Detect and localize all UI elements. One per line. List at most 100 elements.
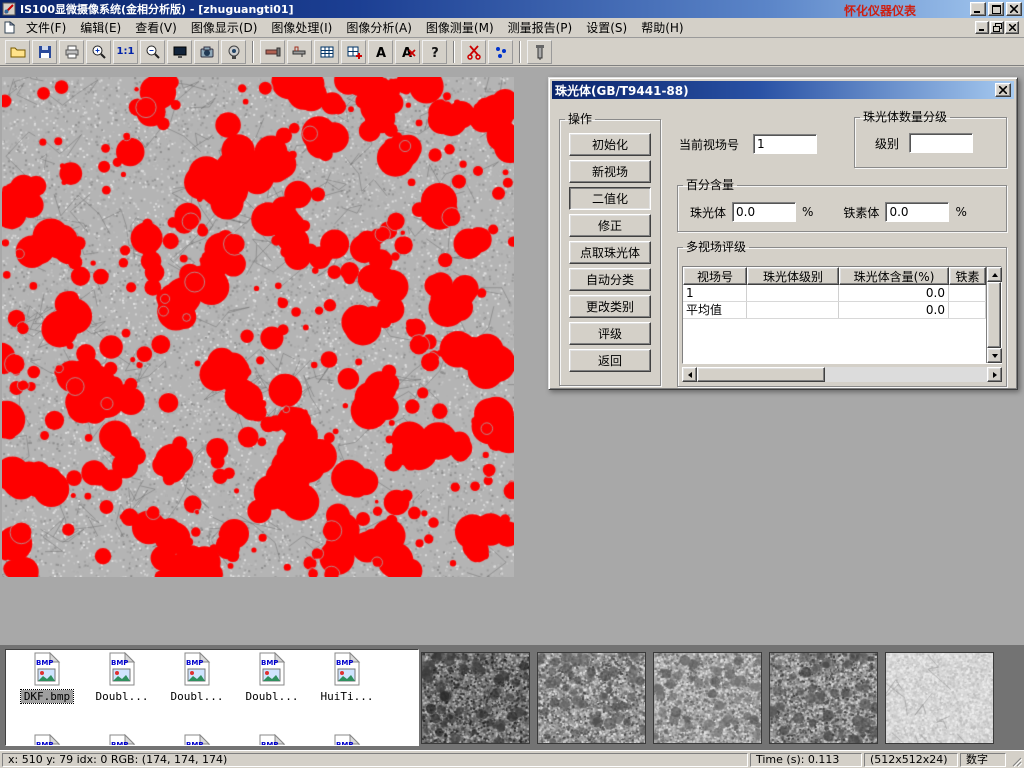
auto-classify-button[interactable]: 自动分类	[569, 268, 651, 291]
new-field-button[interactable]: 新视场	[569, 160, 651, 183]
file-item[interactable]: BMP Doubl...	[160, 652, 234, 703]
svg-text:BMP: BMP	[36, 741, 53, 746]
document-icon	[4, 21, 15, 34]
bmp-file-icon: BMP	[180, 652, 214, 686]
binarize-button[interactable]: 二值化	[569, 187, 651, 210]
table-row[interactable]: 1 0.0	[683, 285, 986, 302]
status-image-size: (512x512x24)	[864, 753, 958, 767]
letter-a-delete-icon: A	[400, 44, 416, 60]
file-item[interactable]: BMP HuiTi...	[310, 652, 384, 703]
mdi-restore-button[interactable]	[990, 21, 1004, 34]
file-name: Doubl...	[243, 690, 302, 703]
menu-settings[interactable]: 设置(S)	[579, 17, 634, 38]
points-button[interactable]	[488, 40, 513, 64]
ferrite-value-input[interactable]	[885, 202, 949, 222]
menu-measure-report[interactable]: 测量报告(P)	[501, 17, 580, 38]
close-button[interactable]	[1006, 2, 1022, 16]
operation-group: 操作 初始化 新视场 二值化 修正 点取珠光体 自动分类 更改类别 评级 返回	[559, 114, 661, 386]
font-delete-button[interactable]: A	[395, 40, 420, 64]
horizontal-scroll-track[interactable]	[825, 367, 987, 382]
display-button[interactable]	[167, 40, 192, 64]
current-field-row: 当前视场号	[679, 134, 817, 154]
file-name: HuiTi...	[318, 690, 377, 703]
monitor-icon	[172, 44, 188, 60]
grid-add-button[interactable]	[341, 40, 366, 64]
file-item[interactable]: BMP	[85, 734, 159, 746]
vertical-scroll-thumb[interactable]	[987, 282, 1001, 348]
actual-size-button[interactable]: 1:1	[113, 40, 138, 64]
measure-v-button[interactable]	[527, 40, 552, 64]
cut-button[interactable]	[461, 40, 486, 64]
file-item[interactable]: BMP Doubl...	[85, 652, 159, 703]
mdi-minimize-button[interactable]	[975, 21, 989, 34]
measure-tool-button[interactable]	[287, 40, 312, 64]
print-button[interactable]	[59, 40, 84, 64]
menu-image-display[interactable]: 图像显示(D)	[184, 17, 265, 38]
zoom-out-button[interactable]	[140, 40, 165, 64]
file-item[interactable]: BMP Doubl...	[235, 652, 309, 703]
mdi-close-button[interactable]	[1005, 21, 1019, 34]
zoom-in-button[interactable]	[86, 40, 111, 64]
camera-button[interactable]	[194, 40, 219, 64]
open-button[interactable]	[5, 40, 30, 64]
metallograph-image[interactable]	[2, 77, 514, 577]
film-thumbnail[interactable]	[885, 652, 994, 744]
scroll-right-button[interactable]	[987, 367, 1002, 382]
menu-view[interactable]: 查看(V)	[128, 17, 184, 38]
film-thumbnail[interactable]	[421, 652, 530, 744]
scroll-up-button[interactable]	[987, 267, 1002, 282]
grade-input[interactable]	[909, 133, 973, 153]
grid-icon	[319, 44, 335, 60]
film-thumbnail[interactable]	[537, 652, 646, 744]
col-header-grade[interactable]: 珠光体级别	[747, 267, 839, 285]
maximize-button[interactable]	[988, 2, 1004, 16]
restore-icon	[993, 23, 1002, 32]
operation-group-label: 操作	[565, 114, 595, 125]
menu-file[interactable]: 文件(F)	[19, 17, 73, 38]
cell-extra	[949, 285, 986, 301]
capture-button[interactable]	[221, 40, 246, 64]
pearlite-value-input[interactable]	[732, 202, 796, 222]
file-item[interactable]: BMP	[160, 734, 234, 746]
vertical-scrollbar[interactable]	[986, 267, 1001, 363]
grid-add-icon	[346, 44, 362, 60]
dialog-title-bar[interactable]: 珠光体(GB/T9441-88)	[552, 81, 1014, 99]
col-header-field[interactable]: 视场号	[683, 267, 747, 285]
dialog-close-button[interactable]	[995, 83, 1011, 97]
current-field-input[interactable]	[753, 134, 817, 154]
minimize-button[interactable]	[970, 2, 986, 16]
change-class-button[interactable]: 更改类别	[569, 295, 651, 318]
menu-image-measure[interactable]: 图像测量(M)	[419, 17, 501, 38]
one-to-one-icon: 1:1	[117, 46, 135, 57]
horizontal-scrollbar[interactable]	[682, 367, 1002, 382]
scroll-left-button[interactable]	[682, 367, 697, 382]
menu-image-process[interactable]: 图像处理(I)	[264, 17, 339, 38]
resize-grip[interactable]	[1008, 753, 1022, 767]
file-item[interactable]: BMP	[310, 734, 384, 746]
save-button[interactable]	[32, 40, 57, 64]
grid-button[interactable]	[314, 40, 339, 64]
correct-button[interactable]: 修正	[569, 214, 651, 237]
return-button[interactable]: 返回	[569, 349, 651, 372]
measure-h-button[interactable]	[260, 40, 285, 64]
file-item[interactable]: BMP DKF.bmp	[10, 652, 84, 703]
col-header-ferrite[interactable]: 铁素	[949, 267, 986, 285]
table-row[interactable]: 平均值 0.0	[683, 302, 986, 319]
pick-pearlite-button[interactable]: 点取珠光体	[569, 241, 651, 264]
help-button[interactable]: ?	[422, 40, 447, 64]
file-item[interactable]: BMP	[10, 734, 84, 746]
menu-edit[interactable]: 编辑(E)	[73, 17, 128, 38]
col-header-content[interactable]: 珠光体含量(%)	[839, 267, 949, 285]
menu-help[interactable]: 帮助(H)	[634, 17, 690, 38]
menu-image-analysis[interactable]: 图像分析(A)	[339, 17, 419, 38]
bmp-file-icon: BMP	[330, 734, 364, 746]
font-button[interactable]: A	[368, 40, 393, 64]
film-thumbnail[interactable]	[653, 652, 762, 744]
grade-button[interactable]: 评级	[569, 322, 651, 345]
scroll-down-button[interactable]	[987, 348, 1002, 363]
horizontal-scroll-thumb[interactable]	[697, 367, 825, 382]
film-thumbnail[interactable]	[769, 652, 878, 744]
percent-sign: %	[955, 205, 966, 219]
init-button[interactable]: 初始化	[569, 133, 651, 156]
file-item[interactable]: BMP	[235, 734, 309, 746]
